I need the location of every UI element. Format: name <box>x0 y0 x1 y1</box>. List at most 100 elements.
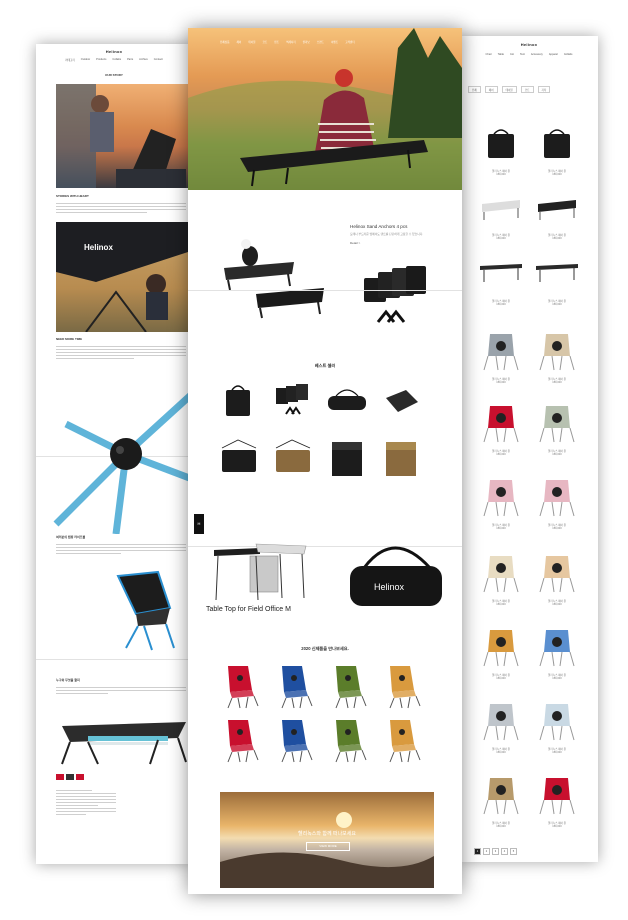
product-chair-icon <box>539 334 575 371</box>
product-card[interactable]: 헬리녹스 체어 원 159,000 <box>532 552 582 606</box>
new-chair-icon[interactable] <box>328 718 368 764</box>
product-card[interactable]: 헬리녹스 체어 원 159,000 <box>532 252 582 306</box>
product-chair-icon <box>483 556 519 593</box>
product-card[interactable]: 헬리녹스 체어 원 159,000 <box>476 122 526 176</box>
promo-link[interactable]: Detail > <box>350 241 454 245</box>
product-chair-icon <box>539 556 575 593</box>
new-chair-icon[interactable] <box>382 664 422 710</box>
top-nav-item[interactable]: 고객센터 <box>345 40 355 44</box>
top-nav-item[interactable]: 코트 <box>263 40 268 44</box>
nav-item[interactable]: Contact <box>154 58 163 62</box>
side-brand-badge[interactable]: H <box>194 514 204 534</box>
product-card[interactable]: 헬리녹스 체어 원 159,000 <box>532 626 582 680</box>
left-paragraph-2 <box>56 344 186 361</box>
page-number[interactable]: 1 <box>474 848 481 855</box>
new-chair-icon[interactable] <box>220 664 260 710</box>
product-card[interactable]: 헬리녹스 체어 원 159,000 <box>476 476 526 530</box>
right-page-screenshot: Helinox Chair Table Cot Tent Accessory Appare… <box>460 36 598 862</box>
product-card[interactable]: 헬리녹스 체어 원 159,000 <box>532 700 582 754</box>
top-nav-item[interactable]: 텐트 <box>274 40 279 44</box>
new-chair-icon[interactable] <box>382 718 422 764</box>
product-card[interactable]: 헬리녹스 체어 원 159,000 <box>476 330 526 384</box>
banner-button[interactable]: VIEW MORE <box>306 842 350 851</box>
nav-item[interactable]: Collabs <box>112 58 121 62</box>
best-seller-tote-icon[interactable] <box>326 438 368 478</box>
new-chair-icon[interactable] <box>274 718 314 764</box>
page-number[interactable]: 3 <box>492 848 499 855</box>
top-nav-item[interactable]: 브랜드 <box>317 40 324 44</box>
new-chair-icon[interactable] <box>220 718 260 764</box>
filter-chip[interactable]: 테이블 <box>501 86 517 93</box>
duffel-bag-illustration: Helinox <box>350 546 442 606</box>
best-seller-anchors-icon[interactable] <box>272 380 314 420</box>
top-nav-item[interactable]: 이벤트 <box>331 40 338 44</box>
best-seller-pouch-icon[interactable] <box>380 380 422 420</box>
best-seller-title: 베스트 셀러 <box>314 363 336 368</box>
product-card[interactable]: 헬리녹스 체어 원 159,000 <box>532 186 582 240</box>
cot-illustration <box>61 722 187 765</box>
top-nav-item[interactable]: 콜라보 <box>303 40 310 44</box>
product-price: 159,000 <box>496 527 506 530</box>
top-nav-item[interactable]: 전체상품 <box>220 40 230 44</box>
best-seller-duffel-icon[interactable] <box>326 380 368 420</box>
new-chair-icon[interactable] <box>274 664 314 710</box>
top-nav-item[interactable]: 테이블 <box>248 40 255 44</box>
left-subhead-2: NEED MORE TIME <box>56 337 83 341</box>
field-office-table-illustration <box>214 543 307 601</box>
product-filter-bar: 전체 체어 테이블 코트 기타 <box>468 86 590 93</box>
product-card[interactable]: 헬리녹스 체어 원 159,000 <box>532 774 582 828</box>
best-seller-sling-icon[interactable] <box>218 438 260 478</box>
nav-item[interactable]: Collabs <box>564 53 573 56</box>
product-price: 159,000 <box>552 303 562 306</box>
nav-item[interactable]: Accessory <box>531 53 543 56</box>
new-chair-icon[interactable] <box>328 664 368 710</box>
product-card[interactable]: 헬리녹스 체어 원 159,000 <box>476 402 526 456</box>
nav-item[interactable]: Tent <box>520 53 525 56</box>
product-chair-icon <box>539 704 575 741</box>
top-nav-item[interactable]: 액세서리 <box>286 40 296 44</box>
product-bag-icon <box>544 129 570 158</box>
product-card[interactable]: 헬리녹스 체어 원 159,000 <box>476 626 526 680</box>
product-card[interactable]: 헬리녹스 체어 원 159,000 <box>532 330 582 384</box>
nav-item[interactable]: Parts <box>127 58 133 62</box>
nav-item[interactable]: Outdoor <box>81 58 90 62</box>
badge-red <box>56 774 64 780</box>
nav-item[interactable]: Table <box>498 53 504 56</box>
product-card[interactable]: 헬리녹스 체어 원 159,000 <box>476 700 526 754</box>
left-chair-photo: Helinox <box>56 222 188 332</box>
best-seller-tote-icon[interactable] <box>380 438 422 478</box>
center-page-screenshot: 전체상품 체어 테이블 코트 텐트 액세서리 콜라보 브랜드 이벤트 고객센터 Helinox S… <box>188 28 462 894</box>
product-price: 159,000 <box>496 237 506 240</box>
product-chair-icon <box>539 630 575 667</box>
nav-item[interactable]: 카테고리 <box>65 58 75 62</box>
nav-item[interactable]: Cot <box>510 53 514 56</box>
product-card[interactable]: 헬리녹스 체어 원 159,000 <box>532 402 582 456</box>
best-seller-sling-icon[interactable] <box>272 438 314 478</box>
left-subhead-3: 여러분의 캠핑 라이프를 <box>56 535 86 539</box>
nav-item[interactable]: Chair <box>486 53 492 56</box>
best-seller-bag-icon[interactable] <box>218 380 260 420</box>
nav-item[interactable]: Archive <box>139 58 148 62</box>
product-card[interactable]: 헬리녹스 체어 원 159,000 <box>476 774 526 828</box>
filter-chip[interactable]: 기타 <box>537 86 551 93</box>
page-number[interactable]: 4 <box>501 848 508 855</box>
filter-chip[interactable]: 코트 <box>520 86 534 93</box>
person-chair-illustration <box>56 84 186 188</box>
nav-item[interactable]: Apparel <box>549 53 558 56</box>
product-card[interactable]: 헬리녹스 체어 원 159,000 <box>476 252 526 306</box>
filter-chip[interactable]: 체어 <box>484 86 498 93</box>
product-card[interactable]: 헬리녹스 체어 원 159,000 <box>532 476 582 530</box>
left-logo[interactable]: Helinox <box>36 49 192 54</box>
page-number[interactable]: 2 <box>483 848 490 855</box>
product-card[interactable]: 헬리녹스 체어 원 159,000 <box>532 122 582 176</box>
product-chair-icon <box>539 480 575 517</box>
filter-chip[interactable]: 전체 <box>468 86 481 93</box>
page-number[interactable]: 5 <box>510 848 517 855</box>
badge-dark <box>66 774 74 780</box>
product-cot-icon <box>538 200 576 220</box>
top-nav-item[interactable]: 체어 <box>237 40 242 44</box>
product-card[interactable]: 헬리녹스 체어 원 159,000 <box>476 186 526 240</box>
product-card[interactable]: 헬리녹스 체어 원 159,000 <box>476 552 526 606</box>
right-logo[interactable]: Helinox <box>460 42 598 47</box>
nav-item[interactable]: Products <box>96 58 106 62</box>
